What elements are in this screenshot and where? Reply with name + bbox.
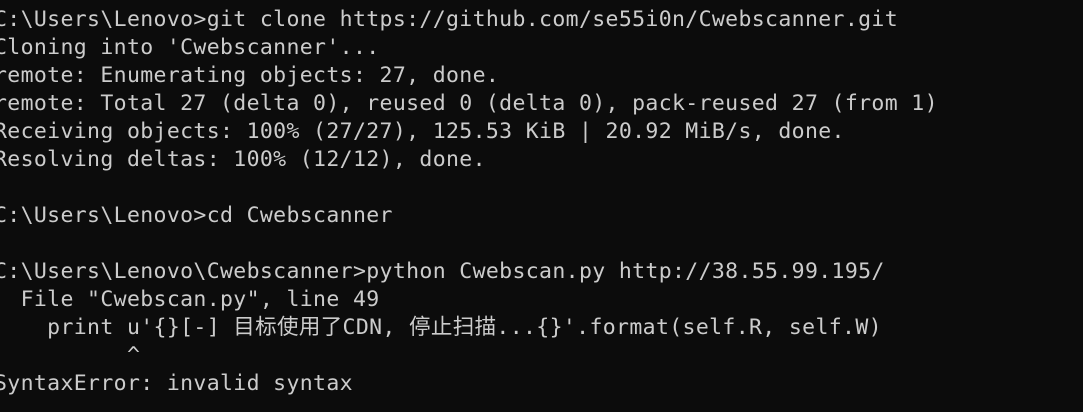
terminal-line-receiving: Receiving objects: 100% (27/27), 125.53 … (0, 119, 845, 144)
terminal-line-cd: C:\Users\Lenovo>cd Cwebscanner (0, 203, 393, 228)
terminal-output[interactable]: C:\Users\Lenovo>git clone https://github… (0, 6, 1083, 412)
terminal-line-resolving: Resolving deltas: 100% (12/12), done. (0, 147, 486, 172)
terminal-line-enumerating: remote: Enumerating objects: 27, done. (0, 63, 500, 88)
terminal-line-python-run: C:\Users\Lenovo\Cwebscanner>python Cwebs… (0, 259, 885, 284)
terminal-line-traceback-code: print u'{}[-] 目标使用了CDN, 停止扫描...{}'.forma… (0, 315, 882, 340)
terminal-line-total: remote: Total 27 (delta 0), reused 0 (de… (0, 91, 938, 116)
terminal-line-git-clone: C:\Users\Lenovo>git clone https://github… (0, 7, 898, 32)
terminal-line-traceback-file: File "Cwebscan.py", line 49 (0, 287, 380, 312)
terminal-line-caret: ^ (0, 343, 141, 368)
terminal-line-syntax-error: SyntaxError: invalid syntax (0, 371, 353, 396)
terminal-line-cloning: Cloning into 'Cwebscanner'... (0, 35, 380, 60)
